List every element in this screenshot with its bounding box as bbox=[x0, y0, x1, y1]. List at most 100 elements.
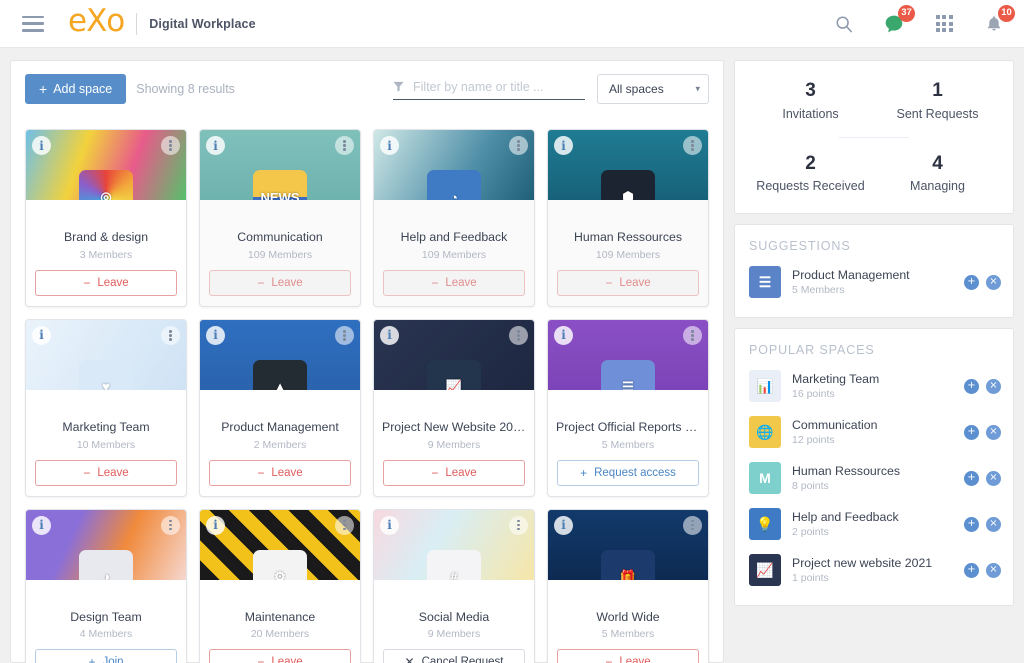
space-card[interactable]: i ▲ Product Management 2 Members − Leave bbox=[199, 318, 361, 497]
space-name: Marketing Team bbox=[792, 372, 880, 387]
info-icon[interactable]: i bbox=[32, 136, 51, 155]
more-options-icon[interactable] bbox=[683, 136, 702, 155]
filter-field[interactable] bbox=[393, 78, 585, 100]
space-card[interactable]: i # Social Media 9 Members ✕ Cancel Request bbox=[373, 508, 535, 663]
space-leave-button[interactable]: − Leave bbox=[35, 269, 177, 296]
more-options-icon[interactable] bbox=[509, 515, 528, 535]
info-icon[interactable]: i bbox=[554, 325, 573, 345]
list-item-actions: + × bbox=[964, 562, 1001, 578]
space-name: Communication bbox=[792, 418, 878, 433]
chat-icon[interactable]: 37 bbox=[882, 4, 915, 36]
more-options-icon[interactable] bbox=[335, 136, 354, 155]
space-name: Project New Website 2021 bbox=[382, 419, 526, 434]
space-card[interactable]: i ◎ Brand & design 3 Members − Leave bbox=[25, 129, 187, 307]
space-leave-button[interactable]: − Leave bbox=[557, 269, 699, 296]
info-icon[interactable]: i bbox=[206, 515, 225, 535]
stat-value: 3 bbox=[805, 80, 816, 101]
close-circle-icon[interactable]: × bbox=[986, 424, 1001, 440]
apps-grid-icon[interactable] bbox=[932, 12, 956, 36]
stat-label: Sent Requests bbox=[896, 106, 979, 121]
more-options-icon[interactable] bbox=[509, 136, 528, 155]
space-banner: i ⚙ bbox=[200, 509, 360, 580]
space-card[interactable]: i 📈 Project New Website 2021 9 Members − Leav… bbox=[373, 318, 535, 497]
space-leave-button[interactable]: − Leave bbox=[209, 649, 351, 663]
stat-sent-requests[interactable]: 1 Sent Requests bbox=[874, 79, 1001, 121]
space-filter-select[interactable]: All spaces bbox=[597, 74, 709, 104]
info-icon[interactable]: i bbox=[380, 136, 399, 155]
more-options-icon[interactable] bbox=[335, 325, 354, 345]
space-card[interactable]: i ◑ Design Team 4 Members + Join bbox=[25, 508, 187, 663]
list-item-actions: + × bbox=[964, 378, 1001, 394]
space-card[interactable]: i ◔ Help and Feedback 109 Members − Leave bbox=[373, 129, 535, 307]
more-options-icon[interactable] bbox=[335, 515, 354, 535]
action-label: Leave bbox=[619, 276, 651, 289]
search-icon[interactable] bbox=[832, 12, 856, 36]
info-icon[interactable]: i bbox=[554, 515, 573, 535]
list-item[interactable]: 🌐 Communication 12 points + × bbox=[735, 409, 1013, 455]
space-card[interactable]: i NEWS Communication 109 Members − Leave bbox=[199, 129, 361, 307]
close-circle-icon[interactable]: × bbox=[986, 470, 1001, 486]
action-symbol: + bbox=[88, 655, 96, 663]
filter-input[interactable] bbox=[411, 78, 585, 95]
more-options-icon[interactable] bbox=[683, 325, 702, 345]
info-icon[interactable]: i bbox=[32, 325, 51, 345]
more-options-icon[interactable] bbox=[161, 325, 180, 345]
stat-requests-received[interactable]: 2 Requests Received bbox=[747, 152, 874, 194]
space-card[interactable]: i ⚙ Maintenance 20 Members − Leave bbox=[199, 508, 361, 663]
list-item[interactable]: 📊 Marketing Team 16 points + × bbox=[735, 363, 1013, 409]
top-navigation-bar: eXo Digital Workplace 37 10 bbox=[0, 0, 1024, 48]
space-leave-button[interactable]: − Leave bbox=[209, 459, 351, 486]
space-name: Product Management bbox=[221, 419, 339, 434]
more-options-icon[interactable] bbox=[161, 136, 180, 155]
space-card[interactable]: i ♥ Marketing Team 10 Members − Leave bbox=[25, 318, 187, 497]
close-circle-icon[interactable]: × bbox=[986, 516, 1001, 532]
more-options-icon[interactable] bbox=[161, 515, 180, 535]
space-card-body: Communication 109 Members bbox=[200, 200, 360, 270]
info-icon[interactable]: i bbox=[32, 515, 51, 535]
list-item[interactable]: M Human Ressources 8 points + × bbox=[735, 455, 1013, 501]
stat-label: Managing bbox=[910, 179, 965, 194]
stat-managing[interactable]: 4 Managing bbox=[874, 152, 1001, 194]
bell-icon[interactable]: 10 bbox=[982, 4, 1015, 36]
more-options-icon[interactable] bbox=[683, 515, 702, 535]
close-circle-icon[interactable]: × bbox=[986, 274, 1001, 290]
space-leave-button[interactable]: − Leave bbox=[383, 459, 525, 486]
suggestions-list: ☰ Product Management 5 Members + × bbox=[735, 259, 1013, 305]
space-leave-button[interactable]: − Leave bbox=[209, 269, 351, 296]
list-item[interactable]: 📈 Project new website 2021 1 points + × bbox=[735, 547, 1013, 593]
space-banner: i 🎁 bbox=[548, 509, 708, 580]
space-leave-button[interactable]: − Leave bbox=[35, 459, 177, 486]
space-request-button[interactable]: + Request access bbox=[557, 459, 699, 486]
more-options-icon[interactable] bbox=[509, 325, 528, 345]
close-circle-icon[interactable]: × bbox=[986, 562, 1001, 578]
stat-invitations[interactable]: 3 Invitations bbox=[747, 79, 874, 121]
plus-circle-icon[interactable]: + bbox=[964, 516, 979, 532]
info-icon[interactable]: i bbox=[380, 325, 399, 345]
space-leave-button[interactable]: − Leave bbox=[383, 269, 525, 296]
list-item[interactable]: ☰ Product Management 5 Members + × bbox=[735, 259, 1013, 305]
space-card[interactable]: i 🎁 World Wide 5 Members − Leave bbox=[547, 508, 709, 663]
space-card[interactable]: i ☰ Project Official Reports 2021 5 Members… bbox=[547, 318, 709, 497]
space-join-button[interactable]: + Join bbox=[35, 649, 177, 663]
plus-circle-icon[interactable]: + bbox=[964, 470, 979, 486]
space-leave-button[interactable]: − Leave bbox=[557, 649, 699, 663]
space-card[interactable]: i ⬢ Human Ressources 109 Members − Leave bbox=[547, 129, 709, 307]
suggestions-card: SUGGESTIONS ☰ Product Management 5 Members… bbox=[734, 224, 1014, 319]
list-item[interactable]: 💡 Help and Feedback 2 points + × bbox=[735, 501, 1013, 547]
plus-circle-icon[interactable]: + bbox=[964, 562, 979, 578]
space-avatar: ◎ bbox=[79, 170, 133, 200]
close-circle-icon[interactable]: × bbox=[986, 378, 1001, 394]
plus-circle-icon[interactable]: + bbox=[964, 274, 979, 290]
add-space-button[interactable]: + Add space bbox=[25, 74, 127, 104]
info-icon[interactable]: i bbox=[554, 136, 573, 155]
space-cancel-button[interactable]: ✕ Cancel Request bbox=[383, 649, 525, 663]
plus-circle-icon[interactable]: + bbox=[964, 424, 979, 440]
info-icon[interactable]: i bbox=[206, 136, 225, 155]
plus-circle-icon[interactable]: + bbox=[964, 378, 979, 394]
action-label: Leave bbox=[619, 656, 651, 663]
hamburger-menu-icon[interactable] bbox=[22, 15, 44, 32]
info-icon[interactable]: i bbox=[206, 325, 225, 345]
space-card-action: − Leave bbox=[200, 269, 360, 306]
space-card-body: Social Media 9 Members bbox=[374, 580, 534, 650]
info-icon[interactable]: i bbox=[380, 515, 399, 535]
